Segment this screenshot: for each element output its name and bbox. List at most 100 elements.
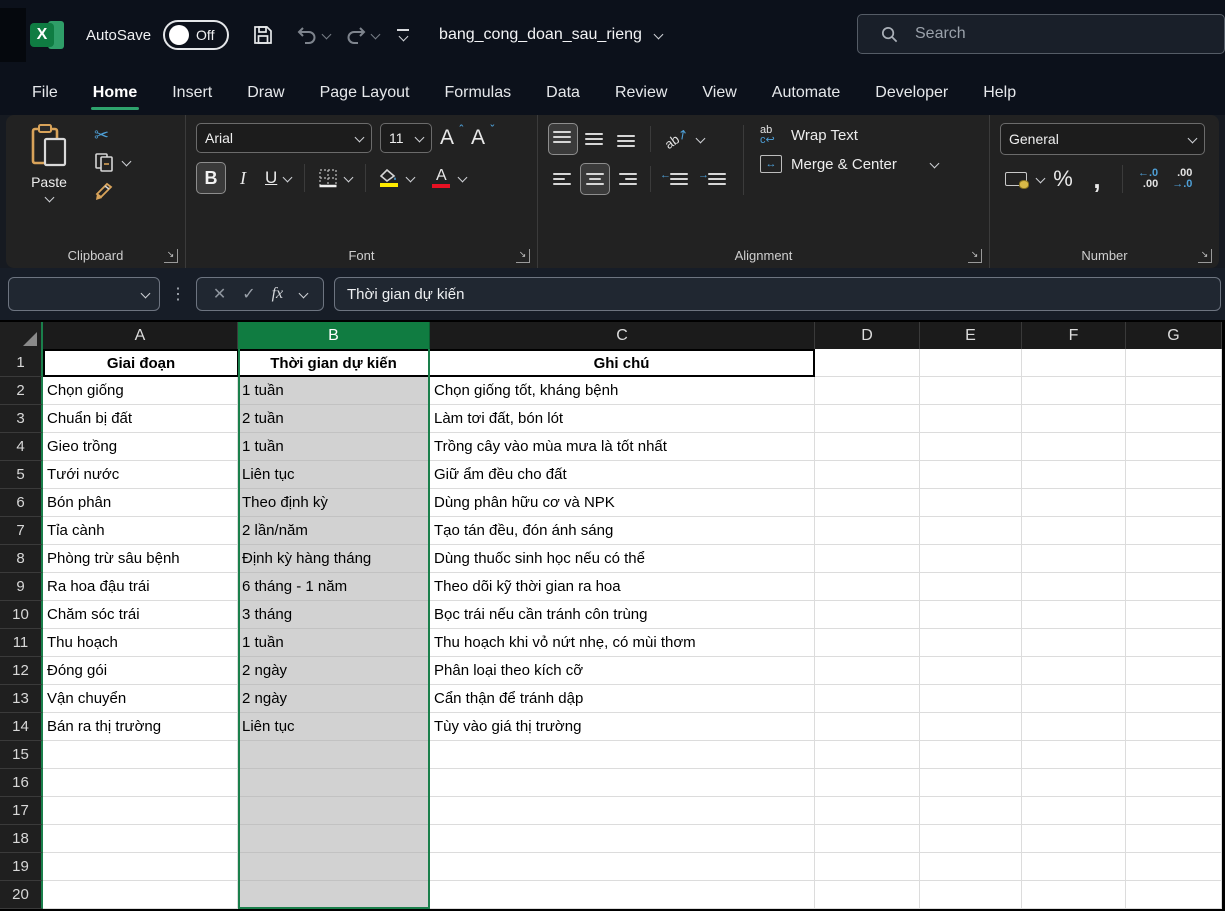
tab-review[interactable]: Review	[613, 80, 669, 106]
cell-F16[interactable]	[1022, 769, 1126, 797]
cell-B3[interactable]: 2 tuần	[238, 405, 430, 433]
cell-B18[interactable]	[238, 825, 430, 853]
row-header-17[interactable]: 17	[0, 797, 43, 825]
cell-F3[interactable]	[1022, 405, 1126, 433]
cell-G8[interactable]	[1126, 545, 1222, 573]
cell-F2[interactable]	[1022, 377, 1126, 405]
cell-D12[interactable]	[815, 657, 920, 685]
cell-C9[interactable]: Theo dõi kỹ thời gian ra hoa	[430, 573, 815, 601]
row-header-1[interactable]: 1	[0, 349, 43, 377]
cell-C12[interactable]: Phân loại theo kích cỡ	[430, 657, 815, 685]
undo-dropdown-icon[interactable]	[322, 31, 330, 39]
cell-G11[interactable]	[1126, 629, 1222, 657]
cell-A5[interactable]: Tưới nước	[43, 461, 238, 489]
font-color-dropdown-icon[interactable]	[458, 174, 476, 182]
cell-E20[interactable]	[920, 881, 1022, 909]
align-bottom-button[interactable]	[612, 123, 642, 155]
cell-D1[interactable]	[815, 349, 920, 377]
tab-insert[interactable]: Insert	[170, 80, 214, 106]
cell-E18[interactable]	[920, 825, 1022, 853]
row-header-15[interactable]: 15	[0, 741, 43, 769]
cell-A19[interactable]	[43, 853, 238, 881]
cell-A1[interactable]: Giai đoạn	[43, 349, 238, 377]
cell-F7[interactable]	[1022, 517, 1126, 545]
cell-D10[interactable]	[815, 601, 920, 629]
font-color-button[interactable]: A	[426, 162, 456, 194]
cell-C18[interactable]	[430, 825, 815, 853]
cell-D14[interactable]	[815, 713, 920, 741]
cell-A8[interactable]: Phòng trừ sâu bệnh	[43, 545, 238, 573]
cell-C8[interactable]: Dùng thuốc sinh học nếu có thể	[430, 545, 815, 573]
row-header-5[interactable]: 5	[0, 461, 43, 489]
cell-G3[interactable]	[1126, 405, 1222, 433]
cell-B16[interactable]	[238, 769, 430, 797]
cell-G6[interactable]	[1126, 489, 1222, 517]
cell-F12[interactable]	[1022, 657, 1126, 685]
copy-button[interactable]	[94, 152, 130, 172]
cell-D11[interactable]	[815, 629, 920, 657]
cell-B6[interactable]: Theo định kỳ	[238, 489, 430, 517]
paste-button[interactable]: Paste	[18, 123, 80, 242]
tab-help[interactable]: Help	[981, 80, 1018, 106]
cell-D18[interactable]	[815, 825, 920, 853]
cell-G7[interactable]	[1126, 517, 1222, 545]
document-title[interactable]: bang_cong_doan_sau_rieng	[439, 26, 662, 44]
row-header-4[interactable]: 4	[0, 433, 43, 461]
cell-B13[interactable]: 2 ngày	[238, 685, 430, 713]
font-size-select[interactable]: 11	[380, 123, 432, 153]
cell-E8[interactable]	[920, 545, 1022, 573]
row-header-10[interactable]: 10	[0, 601, 43, 629]
cell-D7[interactable]	[815, 517, 920, 545]
font-dialog-launcher[interactable]: ↘	[516, 249, 530, 263]
row-header-12[interactable]: 12	[0, 657, 43, 685]
row-header-16[interactable]: 16	[0, 769, 43, 797]
tab-automate[interactable]: Automate	[770, 80, 842, 106]
tab-file[interactable]: File	[30, 80, 60, 106]
align-center-button[interactable]	[580, 163, 610, 195]
insert-function-button[interactable]: fx	[272, 285, 284, 303]
cell-A2[interactable]: Chọn giống	[43, 377, 238, 405]
cell-B15[interactable]	[238, 741, 430, 769]
cell-E14[interactable]	[920, 713, 1022, 741]
cell-E5[interactable]	[920, 461, 1022, 489]
search-box[interactable]: Search	[857, 14, 1225, 54]
cell-C10[interactable]: Bọc trái nếu cần tránh côn trùng	[430, 601, 815, 629]
cell-E16[interactable]	[920, 769, 1022, 797]
cell-A10[interactable]: Chăm sóc trái	[43, 601, 238, 629]
cell-B11[interactable]: 1 tuần	[238, 629, 430, 657]
tab-formulas[interactable]: Formulas	[442, 80, 513, 106]
fill-color-dropdown-icon[interactable]	[406, 174, 424, 182]
cell-C20[interactable]	[430, 881, 815, 909]
undo-button[interactable]	[295, 23, 330, 47]
cell-C13[interactable]: Cẩn thận để tránh dập	[430, 685, 815, 713]
cell-B9[interactable]: 6 tháng - 1 năm	[238, 573, 430, 601]
cell-F8[interactable]	[1022, 545, 1126, 573]
redo-button[interactable]	[344, 23, 379, 47]
cell-E19[interactable]	[920, 853, 1022, 881]
cell-B1[interactable]: Thời gian dự kiến	[238, 349, 430, 377]
cell-E7[interactable]	[920, 517, 1022, 545]
row-header-13[interactable]: 13	[0, 685, 43, 713]
cell-E9[interactable]	[920, 573, 1022, 601]
cell-A18[interactable]	[43, 825, 238, 853]
cell-A13[interactable]: Vận chuyển	[43, 685, 238, 713]
decrease-decimal-button[interactable]: .00 →.0	[1167, 163, 1197, 195]
cell-F5[interactable]	[1022, 461, 1126, 489]
paste-dropdown-icon[interactable]	[45, 194, 53, 202]
merge-center-button[interactable]: ↔ Merge & Center	[760, 155, 938, 173]
column-header-F[interactable]: F	[1022, 322, 1126, 349]
cell-G1[interactable]	[1126, 349, 1222, 377]
column-header-E[interactable]: E	[920, 322, 1022, 349]
tab-draw[interactable]: Draw	[245, 80, 286, 106]
cell-G16[interactable]	[1126, 769, 1222, 797]
cell-B12[interactable]: 2 ngày	[238, 657, 430, 685]
row-header-11[interactable]: 11	[0, 629, 43, 657]
cell-G2[interactable]	[1126, 377, 1222, 405]
cell-B14[interactable]: Liên tục	[238, 713, 430, 741]
formula-bar-drag-handle[interactable]: ⋮	[170, 284, 186, 304]
comma-style-button[interactable]: ,	[1082, 163, 1112, 195]
row-header-9[interactable]: 9	[0, 573, 43, 601]
orientation-button[interactable]: ab↗	[659, 123, 694, 155]
fill-color-button[interactable]	[374, 162, 404, 194]
cell-C6[interactable]: Dùng phân hữu cơ và NPK	[430, 489, 815, 517]
